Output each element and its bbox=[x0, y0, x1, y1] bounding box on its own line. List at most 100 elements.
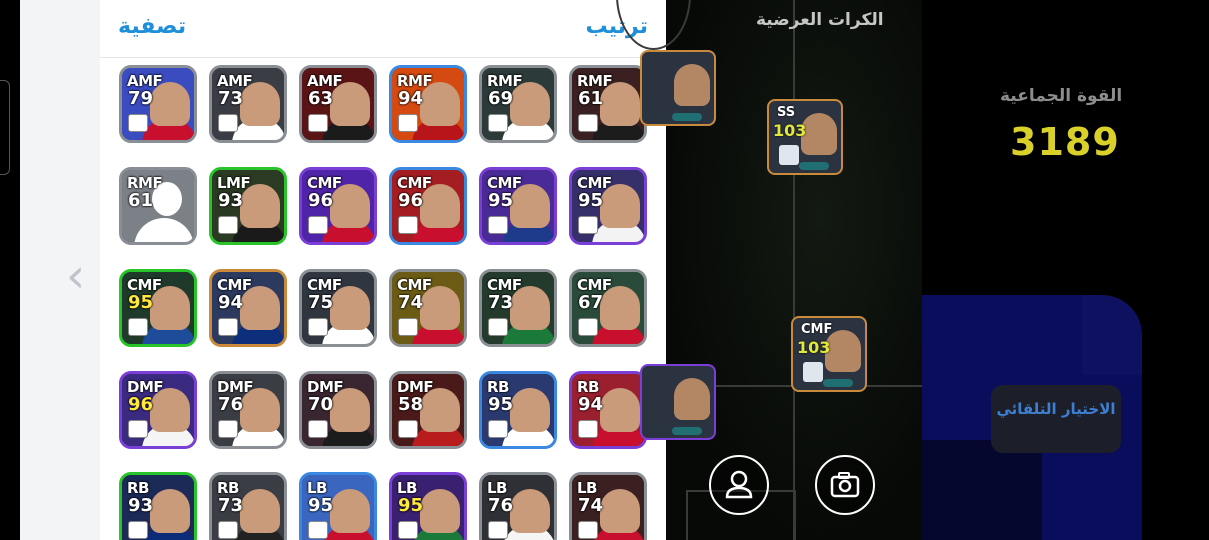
rating-label: 70 bbox=[308, 394, 334, 415]
player-card[interactable]: CMF 95 bbox=[479, 167, 557, 245]
player-card[interactable]: LMF 93 bbox=[209, 167, 287, 245]
player-card[interactable]: LB 74 bbox=[569, 472, 647, 540]
player-card[interactable]: AMF 63 bbox=[299, 65, 377, 143]
player-portrait bbox=[600, 388, 640, 432]
club-badge-icon bbox=[218, 318, 238, 336]
player-portrait bbox=[674, 378, 710, 420]
decoration bbox=[922, 440, 1042, 540]
rating-label: 103 bbox=[773, 121, 807, 140]
club-badge-icon bbox=[308, 114, 328, 132]
club-badge-icon bbox=[488, 521, 508, 539]
position-label: CMF bbox=[801, 322, 833, 337]
rating-label: 74 bbox=[578, 495, 604, 516]
club-badge-icon bbox=[308, 420, 328, 438]
rating-label: 58 bbox=[398, 394, 424, 415]
left-strip: ‹ bbox=[0, 0, 100, 540]
team-strength-label: القوة الجماعية bbox=[1000, 86, 1123, 106]
chevron-left-icon[interactable]: ‹ bbox=[66, 248, 96, 304]
rating-label: 95 bbox=[128, 292, 154, 313]
club-badge-icon bbox=[488, 318, 508, 336]
field-player-card-partial[interactable] bbox=[640, 364, 716, 440]
player-card[interactable]: RMF 69 bbox=[479, 65, 557, 143]
player-card[interactable]: DMF 76 bbox=[209, 371, 287, 449]
club-badge-icon bbox=[779, 145, 799, 165]
player-card[interactable]: RMF 94 bbox=[389, 65, 467, 143]
club-badge-icon bbox=[398, 216, 418, 234]
club-badge-icon bbox=[578, 420, 598, 438]
club-badge-icon bbox=[398, 318, 418, 336]
rating-label: 69 bbox=[488, 88, 514, 109]
game-screen: ‹ تصفية ترتيب AMF 79 AMF 73 AMF 63 RMF 94 RMF 69 R… bbox=[0, 0, 1209, 540]
rating-label: 94 bbox=[578, 394, 604, 415]
club-badge-icon bbox=[128, 521, 148, 539]
player-card[interactable]: RB 94 bbox=[569, 371, 647, 449]
club-badge-icon bbox=[578, 318, 598, 336]
club-badge-icon bbox=[308, 216, 328, 234]
crosses-title: الكرات العرضية bbox=[756, 10, 884, 30]
rating-label: 61 bbox=[128, 190, 154, 211]
club-badge-icon bbox=[218, 114, 238, 132]
club-badge-icon bbox=[218, 521, 238, 539]
camera-button[interactable] bbox=[815, 455, 875, 515]
rating-label: 96 bbox=[128, 394, 154, 415]
rating-label: 94 bbox=[218, 292, 244, 313]
rating-label: 73 bbox=[488, 292, 514, 313]
decoration bbox=[1082, 295, 1142, 375]
player-card[interactable]: CMF 67 bbox=[569, 269, 647, 347]
player-card[interactable]: AMF 79 bbox=[119, 65, 197, 143]
player-card[interactable]: RMF 61 bbox=[569, 65, 647, 143]
player-card[interactable]: LB 76 bbox=[479, 472, 557, 540]
player-portrait bbox=[674, 64, 710, 106]
rating-label: 96 bbox=[398, 190, 424, 211]
player-card[interactable]: RB 95 bbox=[479, 371, 557, 449]
player-card[interactable]: CMF 96 bbox=[389, 167, 467, 245]
rating-label: 103 bbox=[797, 338, 831, 357]
player-portrait bbox=[240, 489, 280, 533]
field-player-card-ss[interactable]: SS 103 bbox=[767, 99, 843, 175]
player-portrait bbox=[420, 489, 460, 533]
player-portrait bbox=[510, 489, 550, 533]
player-card[interactable]: DMF 96 bbox=[119, 371, 197, 449]
club-badge-icon bbox=[488, 114, 508, 132]
field-player-card-cmf[interactable]: CMF 103 bbox=[791, 316, 867, 392]
club-badge-icon bbox=[488, 216, 508, 234]
rating-label: 76 bbox=[218, 394, 244, 415]
player-card[interactable]: RB 93 bbox=[119, 472, 197, 540]
player-card[interactable]: CMF 75 bbox=[299, 269, 377, 347]
player-card[interactable]: DMF 58 bbox=[389, 371, 467, 449]
rating-label: 74 bbox=[398, 292, 424, 313]
club-badge-icon bbox=[578, 114, 598, 132]
player-card[interactable]: LB 95 bbox=[389, 472, 467, 540]
rating-label: 73 bbox=[218, 88, 244, 109]
profile-button[interactable] bbox=[709, 455, 769, 515]
player-card[interactable]: RMF 61 bbox=[119, 167, 197, 245]
club-badge-icon bbox=[128, 318, 148, 336]
player-card[interactable]: DMF 70 bbox=[299, 371, 377, 449]
pitch-line bbox=[793, 0, 795, 540]
camera-icon bbox=[830, 472, 860, 498]
player-card[interactable]: AMF 73 bbox=[209, 65, 287, 143]
player-card[interactable]: CMF 74 bbox=[389, 269, 467, 347]
club-badge-icon bbox=[128, 420, 148, 438]
filter-button[interactable]: تصفية bbox=[118, 14, 186, 39]
team-strength-value: 3189 bbox=[1010, 120, 1120, 164]
rating-label: 93 bbox=[218, 190, 244, 211]
player-card[interactable]: CMF 94 bbox=[209, 269, 287, 347]
rating-label: 76 bbox=[488, 495, 514, 516]
rating-label: 95 bbox=[308, 495, 334, 516]
auto-select-button[interactable]: الاختيار التلقائي bbox=[991, 385, 1121, 453]
rating-label: 61 bbox=[578, 88, 604, 109]
player-card[interactable]: RB 73 bbox=[209, 472, 287, 540]
club-badge-icon bbox=[398, 420, 418, 438]
player-card[interactable]: LB 95 bbox=[299, 472, 377, 540]
field-player-card-partial[interactable] bbox=[640, 50, 716, 126]
rating-label: 93 bbox=[128, 495, 154, 516]
skill-dots bbox=[799, 162, 829, 170]
player-card[interactable]: CMF 95 bbox=[569, 167, 647, 245]
club-badge-icon bbox=[218, 216, 238, 234]
edge-tab[interactable] bbox=[0, 80, 10, 175]
player-card[interactable]: CMF 95 bbox=[119, 269, 197, 347]
player-card[interactable]: CMF 96 bbox=[299, 167, 377, 245]
player-card[interactable]: CMF 73 bbox=[479, 269, 557, 347]
club-badge-icon bbox=[398, 521, 418, 539]
